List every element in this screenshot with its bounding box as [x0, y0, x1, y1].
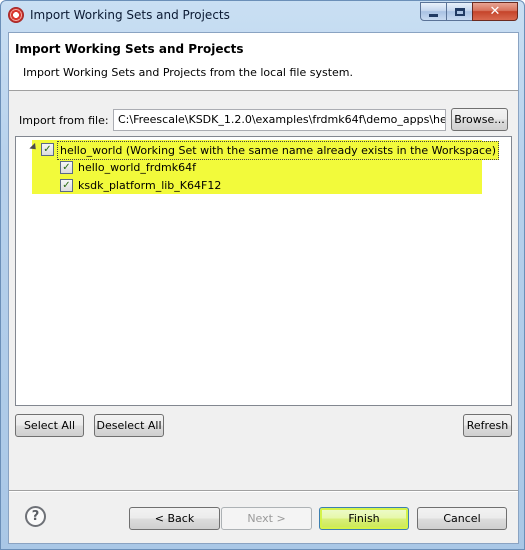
check-icon: ✓ — [62, 162, 71, 173]
minimize-button[interactable] — [420, 2, 447, 21]
close-icon: ✕ — [489, 4, 501, 19]
check-icon: ✓ — [43, 144, 52, 155]
check-icon: ✓ — [62, 180, 71, 191]
footer-separator — [9, 490, 518, 492]
close-button[interactable]: ✕ — [472, 2, 518, 21]
cancel-button[interactable]: Cancel — [417, 507, 507, 530]
finish-button[interactable]: Finish — [319, 507, 409, 530]
minimize-icon — [429, 13, 438, 17]
page-title: Import Working Sets and Projects — [15, 42, 244, 56]
back-button[interactable]: < Back — [129, 507, 220, 530]
window-title: Import Working Sets and Projects — [30, 8, 230, 22]
import-from-file-label: Import from file: — [19, 114, 109, 127]
maximize-button[interactable] — [446, 2, 473, 21]
select-all-button[interactable]: Select All — [15, 414, 84, 437]
next-button[interactable]: Next > — [221, 507, 312, 530]
help-icon[interactable]: ? — [25, 506, 46, 527]
maximize-icon — [454, 7, 465, 16]
deselect-all-button[interactable]: Deselect All — [94, 414, 164, 437]
page-description: Import Working Sets and Projects from th… — [23, 66, 353, 79]
wizard-header: Import Working Sets and Projects Import … — [9, 33, 518, 91]
dialog-window: Import Working Sets and Projects ✕ Impor… — [0, 0, 525, 550]
import-path-input[interactable]: C:\Freescale\KSDK_1.2.0\examples\frdmk64… — [113, 109, 446, 131]
title-bar[interactable]: Import Working Sets and Projects ✕ — [1, 1, 524, 31]
browse-button[interactable]: Browse... — [451, 108, 508, 131]
refresh-button[interactable]: Refresh — [463, 414, 512, 437]
child-checkbox-ksdk-platform-lib[interactable]: ✓ — [60, 179, 73, 192]
root-checkbox[interactable]: ✓ — [41, 143, 54, 156]
tree-root-label: hello_world (Working Set with the same n… — [57, 141, 500, 160]
app-icon — [8, 7, 24, 23]
tree-child-label: hello_world_frdmk64f — [78, 161, 197, 174]
dialog-client-area: Import Working Sets and Projects Import … — [8, 32, 519, 544]
project-tree[interactable]: ✓ hello_world (Working Set with the same… — [15, 136, 512, 406]
tree-child-label: ksdk_platform_lib_K64F12 — [78, 179, 222, 192]
child-checkbox-hello-world-frdmk64f[interactable]: ✓ — [60, 161, 73, 174]
import-row: Import from file: C:\Freescale\KSDK_1.2.… — [9, 107, 518, 133]
